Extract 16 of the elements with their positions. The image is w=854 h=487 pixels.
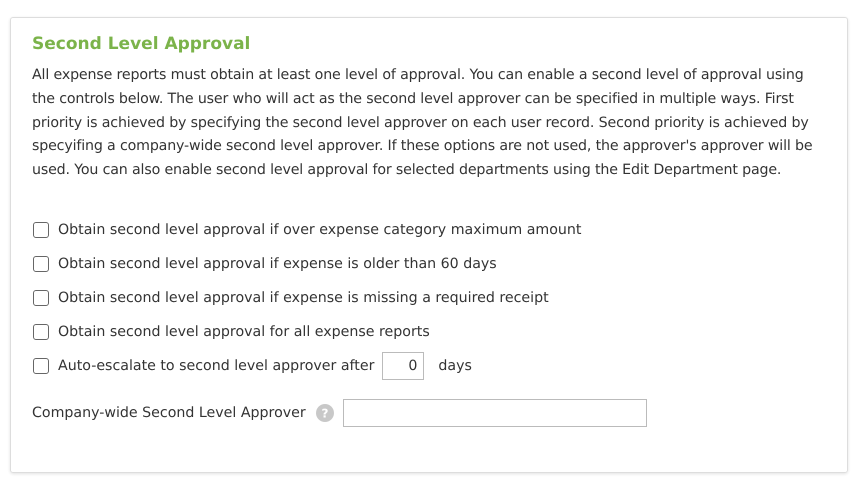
checkbox-label[interactable]: Obtain second level approval if over expense category maximum amount [58,222,582,238]
days-label: days [438,358,472,374]
checkbox-label[interactable]: Auto-escalate to second level approver after [58,358,374,374]
checkbox[interactable] [33,222,49,238]
checkbox-label[interactable]: Obtain second level approval if expense is missing a required receipt [58,290,549,306]
checkbox[interactable] [33,324,49,340]
checkbox[interactable] [33,256,49,272]
approver-input[interactable] [342,398,647,427]
checkbox-label[interactable]: Obtain second level approval if expense is older than 60 days [58,256,497,272]
checkbox[interactable] [33,358,49,374]
section-title: Second Level Approval [32,34,252,54]
description-paragraph: All expense reports must obtain at least one level of approval. You can enable a second level of approval using the controls below. The user who will act as the second level approver can be specified in multiple ways. First priority is achieved by specifying the second level approver on each user record. Second priority is achieved by specyifing a company-wide second level approver. If these options are not used, the approver's approver will be used. You can also enable second level approval for selected departments using the Edit Department page. [32,66,814,180]
days-input[interactable]: 0 [382,352,424,380]
approver-label: Company-wide Second Level Approver [32,404,306,421]
checkbox[interactable] [33,290,49,306]
checkbox-label[interactable]: Obtain second level approval for all expense reports [58,324,430,340]
